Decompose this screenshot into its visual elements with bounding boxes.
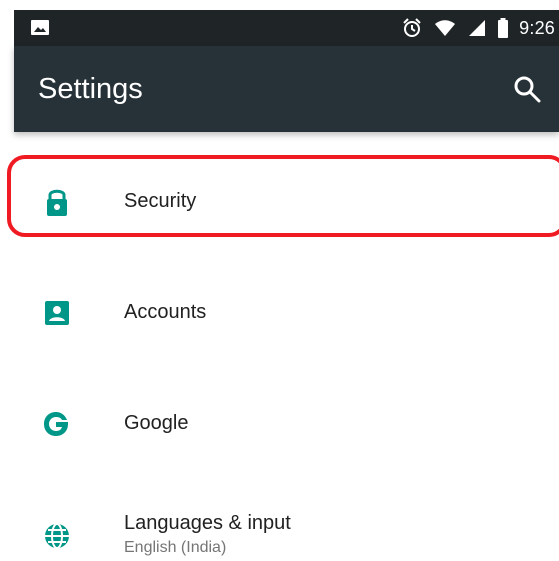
cell-signal-icon bbox=[469, 20, 486, 36]
settings-item-google[interactable]: Google bbox=[14, 381, 559, 467]
google-icon bbox=[44, 412, 68, 436]
lock-icon bbox=[47, 189, 67, 216]
status-bar: 9:26 bbox=[14, 10, 559, 46]
wifi-icon bbox=[435, 20, 456, 36]
status-time: 9:26 bbox=[519, 17, 555, 38]
battery-icon bbox=[498, 18, 509, 38]
search-button[interactable] bbox=[509, 71, 545, 107]
account-icon bbox=[45, 301, 69, 325]
settings-item-languages-input[interactable]: Languages & input English (India) bbox=[14, 492, 559, 561]
settings-item-sublabel: English (India) bbox=[124, 539, 227, 556]
globe-icon bbox=[45, 523, 69, 549]
alarm-icon bbox=[403, 18, 421, 37]
app-bar: Settings bbox=[14, 46, 559, 132]
settings-screen: 9:26 Settings Security Accounts Google L… bbox=[0, 0, 559, 561]
settings-item-accounts[interactable]: Accounts bbox=[14, 270, 559, 356]
search-icon bbox=[514, 76, 541, 103]
page-title: Settings bbox=[38, 73, 143, 105]
status-icons: 9:26 bbox=[401, 10, 555, 46]
settings-list: Security Accounts Google Languages & inp… bbox=[0, 132, 559, 561]
settings-item-label: Google bbox=[124, 412, 189, 434]
image-icon bbox=[31, 20, 49, 35]
settings-item-label: Accounts bbox=[124, 301, 207, 323]
settings-item-security[interactable]: Security bbox=[14, 160, 559, 246]
settings-item-label: Languages & input bbox=[124, 512, 291, 534]
settings-item-label: Security bbox=[124, 190, 197, 212]
